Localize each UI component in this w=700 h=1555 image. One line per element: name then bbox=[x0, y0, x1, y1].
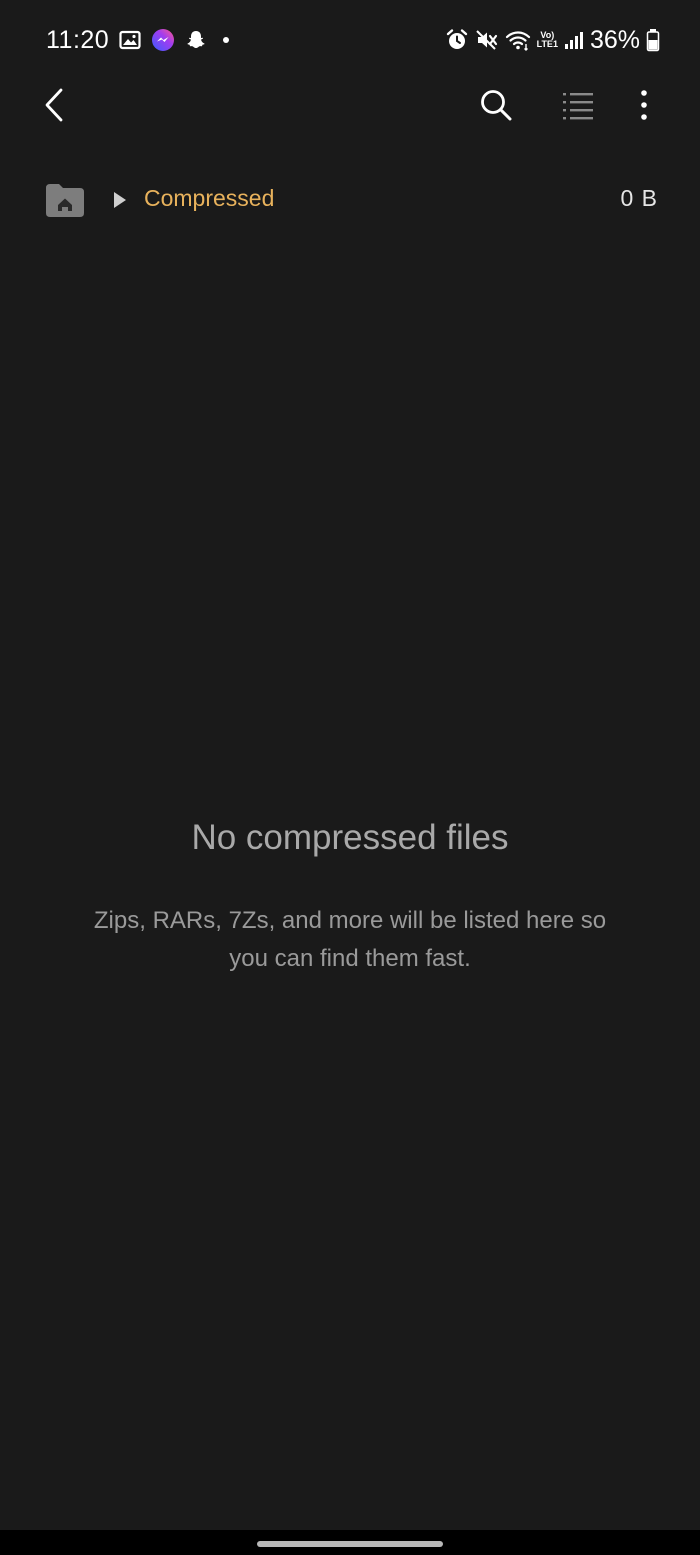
back-button[interactable] bbox=[26, 75, 82, 135]
folder-size: 0 B bbox=[620, 185, 658, 211]
battery-percent: 36% bbox=[589, 25, 640, 54]
notification-dot bbox=[223, 37, 230, 43]
status-left: 11:20 bbox=[46, 22, 230, 58]
wifi-icon bbox=[505, 29, 531, 51]
breadcrumb-current-folder[interactable]: Compressed bbox=[144, 185, 274, 212]
list-view-icon bbox=[562, 90, 594, 120]
search-button[interactable] bbox=[468, 75, 524, 135]
back-arrow-icon bbox=[42, 87, 66, 123]
play-arrow-icon bbox=[113, 190, 127, 210]
more-vertical-icon bbox=[640, 89, 648, 121]
signal-icon bbox=[564, 30, 584, 50]
more-options-button[interactable] bbox=[616, 75, 672, 135]
status-right: Vo) LTE1 36% bbox=[445, 22, 660, 58]
search-icon bbox=[479, 88, 513, 122]
list-view-button[interactable] bbox=[550, 75, 606, 135]
home-folder-icon bbox=[44, 180, 86, 220]
empty-state-description: Zips, RARs, 7Zs, and more will be listed… bbox=[93, 907, 607, 972]
app-toolbar bbox=[0, 75, 700, 135]
battery-icon bbox=[646, 28, 660, 52]
status-bar: 11:20 Vo) LTE1 36% bbox=[0, 0, 700, 80]
alarm-icon bbox=[445, 28, 469, 52]
mute-icon bbox=[475, 28, 499, 52]
snapchat-icon bbox=[185, 29, 207, 51]
messenger-icon bbox=[151, 28, 175, 52]
volte-line2: LTE1 bbox=[536, 39, 558, 49]
gallery-icon bbox=[119, 30, 141, 50]
home-gesture-handle[interactable] bbox=[257, 1541, 443, 1547]
breadcrumb: Compressed 0 B bbox=[0, 172, 700, 228]
status-time: 11:20 bbox=[46, 25, 110, 54]
navigation-bar bbox=[0, 1530, 700, 1555]
volte-icon: Vo) LTE1 bbox=[537, 31, 558, 49]
empty-state-title: No compressed files bbox=[191, 818, 509, 857]
home-folder-button[interactable] bbox=[44, 180, 86, 220]
